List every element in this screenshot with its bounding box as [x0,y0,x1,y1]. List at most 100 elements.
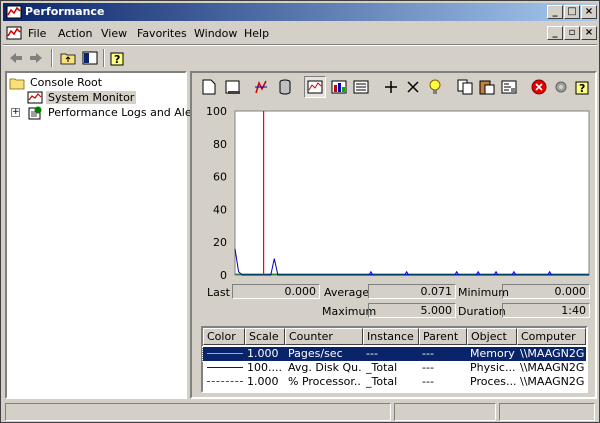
view-histogram-icon[interactable] [328,76,350,98]
up-folder-icon[interactable] [59,49,77,67]
back-arrow-icon[interactable] [7,49,25,67]
average-value: 0.071 [368,284,456,299]
menu-bar: File Action View Favorites Window Help _… [3,23,597,43]
maximize-button[interactable]: □ [564,5,580,19]
scale-cell: 100.... [247,361,282,374]
paste-counter-list-icon[interactable] [476,76,498,98]
properties-icon[interactable] [498,76,520,98]
legend-row[interactable]: 1.000 % Processor... _Total --- Proces..… [203,375,586,389]
help-icon[interactable]: ? [572,76,594,98]
computer-cell: \\MAAGN2G... [520,375,584,388]
column-header-parent[interactable]: Parent [419,328,467,345]
status-panel [394,403,496,421]
object-cell: Physic... [470,361,516,374]
main-toolbar: ? [3,46,597,70]
folder-icon [9,78,25,90]
toolbar-separator [103,49,105,67]
y-tick-label: 100 [206,105,227,118]
object-cell: Proces... [470,375,516,388]
view-current-activity-icon[interactable] [250,76,272,98]
mdi-close-button[interactable]: × [581,26,597,40]
instance-cell: _Total [366,375,398,388]
column-header-color[interactable]: Color [203,328,245,345]
parent-cell: --- [422,361,434,374]
update-data-icon[interactable] [550,76,572,98]
column-header-computer[interactable]: Computer [517,328,586,345]
legend-row[interactable]: 100.... Avg. Disk Qu... _Total --- Physi… [203,361,586,375]
column-header-counter[interactable]: Counter [285,328,363,345]
counter-legend: Color Scale Counter Instance Parent Obje… [201,326,588,393]
scale-cell: 1.000 [247,375,279,388]
duration-value: 1:40 [502,303,590,318]
view-log-data-icon[interactable] [274,76,296,98]
counter-cell: Avg. Disk Qu... [288,361,362,374]
title-bar[interactable]: Performance _ □ × [3,3,597,21]
parent-cell: --- [422,375,434,388]
column-header-instance[interactable]: Instance [363,328,419,345]
y-tick-label: 40 [213,203,227,216]
view-report-icon[interactable] [350,76,372,98]
view-graph-icon[interactable] [304,76,326,98]
y-tick-label: 0 [220,269,227,282]
system-monitor-icon [27,91,43,104]
instance-cell: _Total [366,361,398,374]
forward-arrow-icon[interactable] [27,49,45,67]
system-monitor-pane: ? 100 80 60 40 20 0 Last 0.000 Average 0.071 … [190,71,597,399]
performance-window: Performance _ □ × File Action View Favor… [0,0,600,423]
expand-plus-icon[interactable]: + [11,108,20,117]
mdi-minimize-button[interactable]: _ [547,26,563,40]
last-label: Last [207,286,230,299]
last-value: 0.000 [232,284,320,299]
menu-file[interactable]: File [28,27,46,40]
column-header-scale[interactable]: Scale [245,328,285,345]
scale-cell: 1.000 [247,347,279,360]
y-axis: 100 80 60 40 20 0 [206,105,227,282]
copy-properties-icon[interactable] [454,76,476,98]
color-swatch [207,367,243,368]
menu-favorites[interactable]: Favorites [137,27,187,40]
highlight-icon[interactable] [424,76,446,98]
menu-view[interactable]: View [101,27,127,40]
toolbar-separator [51,49,53,67]
close-button[interactable]: × [581,5,597,19]
new-counter-set-icon[interactable] [198,76,220,98]
menu-action[interactable]: Action [58,27,92,40]
counter-cell: % Processor... [288,375,362,388]
duration-label: Duration [458,305,506,318]
counter-cell: Pages/sec [288,347,343,360]
performance-graph[interactable]: 100 80 60 40 20 0 [192,101,595,283]
freeze-display-icon[interactable] [528,76,550,98]
minimum-value: 0.000 [502,284,590,299]
legend-row[interactable]: 1.000 Pages/sec --- --- Memory \\MAAGN2G… [202,346,587,362]
performance-app-icon [6,5,22,19]
svg-text:?: ? [579,82,585,95]
graph-background [234,110,590,276]
y-tick-label: 20 [213,236,227,249]
tree-item-label: Console Root [30,76,103,89]
color-swatch [207,381,243,382]
computer-cell: \\MAAGN2G... [520,347,584,360]
menu-help[interactable]: Help [244,27,269,40]
add-counter-icon[interactable] [380,76,402,98]
clear-display-icon[interactable] [222,76,244,98]
console-icon[interactable] [6,25,22,41]
system-monitor-toolbar: ? [198,76,594,98]
average-label: Average [324,286,370,299]
tree-item-label: System Monitor [46,91,137,104]
minimize-button[interactable]: _ [547,5,563,19]
menu-window[interactable]: Window [194,27,237,40]
mdi-restore-button[interactable]: ▫ [564,26,580,40]
delete-counter-icon[interactable] [402,76,424,98]
y-tick-label: 60 [213,171,227,184]
tree-item-label: Performance Logs and Alerts [48,106,207,119]
object-cell: Memory [470,347,515,360]
show-hide-tree-icon[interactable] [81,49,99,67]
maximum-value: 5.000 [368,303,456,318]
column-header-object[interactable]: Object [467,328,517,345]
help-icon[interactable]: ? [109,49,127,67]
y-tick-label: 80 [213,138,227,151]
computer-cell: \\MAAGN2G... [520,361,584,374]
status-panel [499,403,595,421]
instance-cell: --- [366,347,378,360]
color-swatch [207,353,243,354]
